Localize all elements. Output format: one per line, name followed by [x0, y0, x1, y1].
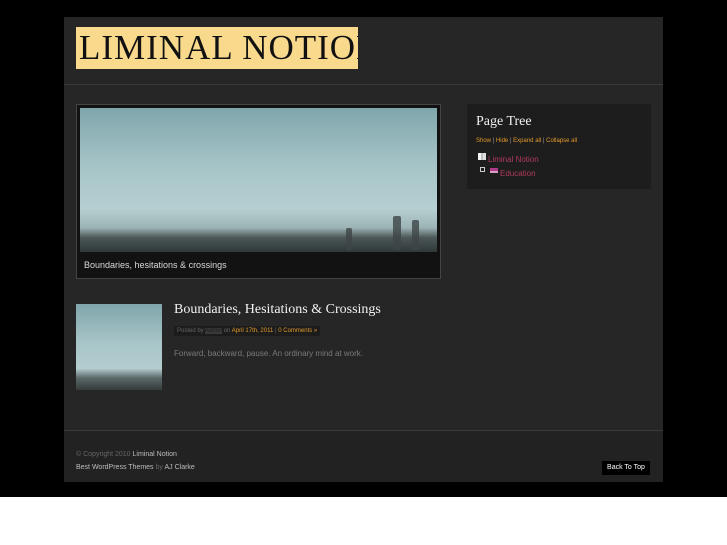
figure-silhouette [412, 220, 419, 250]
featured-caption[interactable]: Boundaries, hesitations & crossings [84, 260, 227, 270]
figure-silhouette [393, 216, 401, 250]
hide-link[interactable]: Hide [496, 138, 508, 144]
post-thumbnail[interactable] [76, 304, 162, 390]
featured-slider[interactable]: Boundaries, hesitations & crossings [76, 104, 441, 279]
show-link[interactable]: Show [476, 138, 491, 144]
book-icon [478, 153, 486, 160]
copyright-line: © Copyright 2010 Liminal Notion [76, 451, 177, 458]
post-date: April 17th, 2011 [231, 328, 274, 334]
page-background: LIMINAL NOTION Boundaries, hesitations &… [0, 0, 727, 497]
meta-separator: | [275, 328, 277, 334]
comments-link[interactable]: 0 Comments » [278, 328, 317, 334]
post-excerpt: Forward, backward, pause. An ordinary mi… [174, 349, 363, 358]
author-credit-link[interactable]: AJ Clarke [164, 464, 194, 471]
minus-icon[interactable] [480, 167, 485, 172]
tree-controls: Show | Hide | Expand all | Collapse all [476, 138, 577, 144]
book-icon [490, 168, 498, 173]
posted-by-label: Posted by [177, 328, 204, 334]
by-text: by [155, 464, 163, 471]
figure-silhouette [346, 228, 352, 250]
page-tree-widget: Page Tree Show | Hide | Expand all | Col… [467, 104, 651, 189]
collapse-all-link[interactable]: Collapse all [546, 138, 577, 144]
site-header: LIMINAL NOTION [64, 17, 663, 85]
themes-link[interactable]: Best WordPress Themes [76, 464, 154, 471]
featured-image[interactable] [80, 108, 437, 252]
post-meta: Posted by Admin on April 17th, 2011 | 0 … [174, 326, 321, 336]
credits-line: Best WordPress Themes by AJ Clarke [76, 464, 195, 471]
author-link[interactable]: Admin [205, 328, 223, 334]
post-title[interactable]: Boundaries, Hesitations & Crossings [174, 302, 381, 318]
widget-title: Page Tree [476, 114, 532, 129]
copyright-text: © Copyright 2010 [76, 451, 131, 458]
on-label: on [223, 328, 231, 334]
site-logo[interactable]: LIMINAL NOTION [76, 27, 358, 69]
tree-item-liminal-notion[interactable]: Liminal Notion [488, 155, 539, 164]
footer-site-link[interactable]: Liminal Notion [133, 451, 177, 458]
page-wrapper: LIMINAL NOTION Boundaries, hesitations &… [64, 17, 663, 482]
site-footer: © Copyright 2010 Liminal Notion Best Wor… [64, 430, 663, 482]
expand-all-link[interactable]: Expand all [513, 138, 541, 144]
back-to-top-button[interactable]: Back To Top [602, 461, 650, 475]
tree-item-education[interactable]: Education [500, 169, 536, 178]
